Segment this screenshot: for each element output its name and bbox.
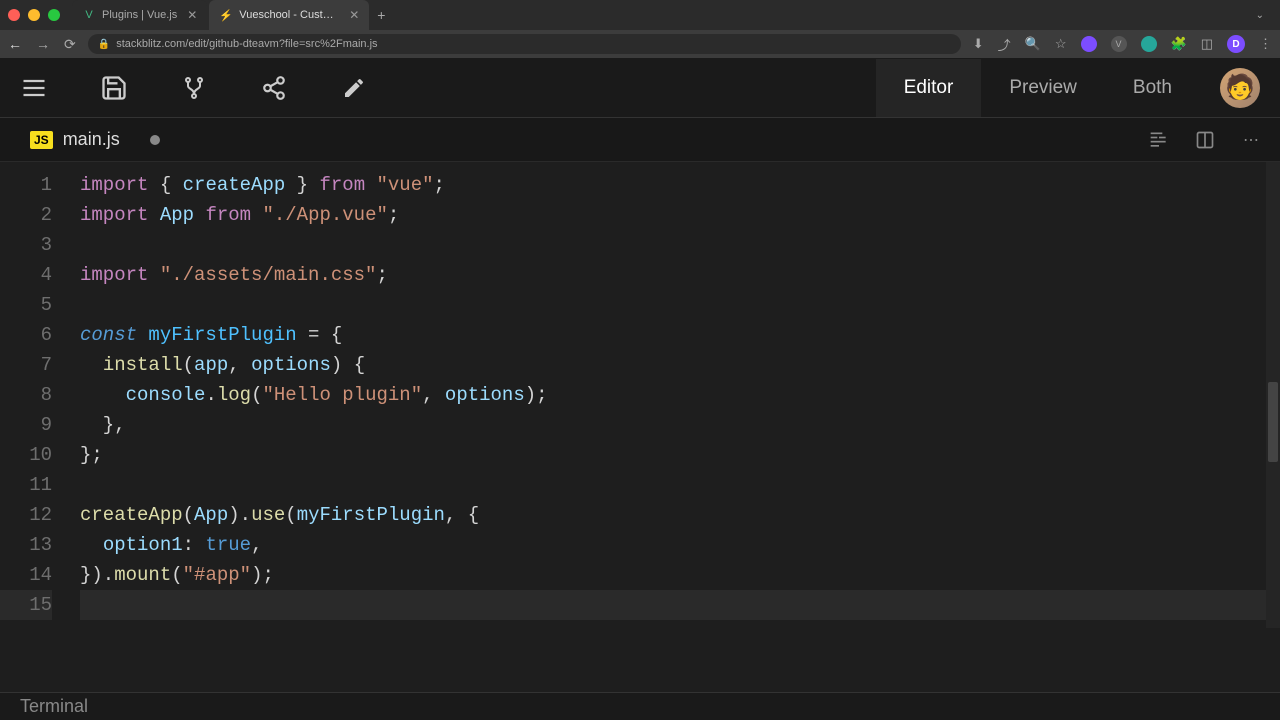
view-tab-preview[interactable]: Preview	[981, 59, 1105, 117]
line-number: 13	[0, 530, 52, 560]
code-editor[interactable]: 123456789101112131415 import { createApp…	[0, 162, 1280, 628]
code-line[interactable]: option1: true,	[80, 530, 1280, 560]
toolbar-left	[20, 74, 368, 102]
line-number: 11	[0, 470, 52, 500]
lock-icon: 🔒	[98, 39, 110, 50]
menu-button[interactable]	[20, 74, 48, 102]
tab-title: Vueschool - Custom Vue Js 3	[239, 9, 339, 21]
code-line[interactable]: install(app, options) {	[80, 350, 1280, 380]
line-number: 5	[0, 290, 52, 320]
line-number: 15	[0, 590, 52, 620]
share-icon[interactable]: ⤴	[998, 35, 1011, 54]
reload-button[interactable]: ⟳	[64, 36, 76, 53]
view-tab-both[interactable]: Both	[1105, 59, 1200, 117]
code-line[interactable]: import { createApp } from "vue";	[80, 170, 1280, 200]
maximize-window-button[interactable]	[48, 9, 60, 21]
line-number: 3	[0, 230, 52, 260]
minimize-window-button[interactable]	[28, 9, 40, 21]
file-tab-label: main.js	[63, 129, 120, 150]
code-line[interactable]	[80, 470, 1280, 500]
browser-tab[interactable]: V Plugins | Vue.js ✕	[72, 0, 207, 30]
code-line[interactable]: createApp(App).use(myFirstPlugin, {	[80, 500, 1280, 530]
line-number: 10	[0, 440, 52, 470]
tab-close-icon[interactable]: ✕	[187, 8, 197, 22]
view-tab-editor[interactable]: Editor	[876, 59, 982, 117]
line-number: 9	[0, 410, 52, 440]
share-button[interactable]	[260, 74, 288, 102]
line-number: 8	[0, 380, 52, 410]
more-actions-icon[interactable]: ⋯	[1240, 129, 1262, 151]
browser-tabs: V Plugins | Vue.js ✕ ⚡ Vueschool - Custom Vu…	[72, 0, 369, 30]
extension-icon-3[interactable]	[1141, 36, 1157, 52]
extension-icon-1[interactable]	[1081, 36, 1097, 52]
sidepanel-icon[interactable]: ◫	[1201, 36, 1213, 52]
code-line[interactable]: import "./assets/main.css";	[80, 260, 1280, 290]
user-avatar[interactable]: 🧑	[1220, 68, 1260, 108]
code-line[interactable]: }).mount("#app");	[80, 560, 1280, 590]
editor-actions: ⋯	[1148, 129, 1262, 151]
forward-button[interactable]: →	[36, 36, 50, 53]
line-number: 6	[0, 320, 52, 350]
line-number-gutter: 123456789101112131415	[0, 162, 80, 628]
code-line[interactable]	[80, 230, 1280, 260]
scrollbar-track[interactable]	[1266, 162, 1280, 628]
browser-tab[interactable]: ⚡ Vueschool - Custom Vue Js 3 ✕	[209, 0, 369, 30]
profile-avatar[interactable]: D	[1227, 35, 1245, 53]
url-text: stackblitz.com/edit/github-dteavm?file=s…	[116, 38, 377, 50]
code-line[interactable]: },	[80, 410, 1280, 440]
terminal-label: Terminal	[20, 696, 88, 717]
js-file-icon: JS	[30, 131, 53, 149]
extensions-icon[interactable]: 🧩	[1171, 36, 1187, 52]
line-number: 2	[0, 200, 52, 230]
toolbar-right: EditorPreviewBoth 🧑	[876, 59, 1260, 117]
browser-address-bar: ← → ⟳ 🔒 stackblitz.com/edit/github-dteav…	[0, 30, 1280, 58]
split-editor-icon[interactable]	[1194, 129, 1216, 151]
install-icon[interactable]: ⬇	[973, 36, 984, 52]
line-number: 4	[0, 260, 52, 290]
line-number: 7	[0, 350, 52, 380]
tab-close-icon[interactable]: ✕	[349, 8, 359, 22]
tab-title: Plugins | Vue.js	[102, 9, 177, 21]
menu-icon[interactable]: ⋮	[1259, 36, 1272, 52]
tab-favicon-icon: V	[82, 8, 96, 22]
tab-favicon-icon: ⚡	[219, 8, 233, 22]
line-number: 1	[0, 170, 52, 200]
tabs-overflow-icon[interactable]: ⌄	[1248, 10, 1272, 21]
close-window-button[interactable]	[8, 9, 20, 21]
nav-arrows: ← → ⟳	[8, 36, 76, 53]
new-tab-button[interactable]: +	[369, 7, 393, 23]
back-button[interactable]: ←	[8, 36, 22, 53]
browser-action-icons: ⬇ ⤴ 🔍 ☆ V 🧩 ◫ D ⋮	[973, 35, 1272, 54]
file-tab-main-js[interactable]: JS main.js	[18, 118, 172, 161]
extension-icon-2[interactable]: V	[1111, 36, 1127, 52]
line-number: 14	[0, 560, 52, 590]
code-line[interactable]: import App from "./App.vue";	[80, 200, 1280, 230]
url-input[interactable]: 🔒 stackblitz.com/edit/github-dteavm?file…	[88, 34, 961, 54]
file-tab-bar: JS main.js ⋯	[0, 118, 1280, 162]
terminal-panel-header[interactable]: Terminal	[0, 692, 1280, 720]
code-line[interactable]	[80, 590, 1280, 620]
code-line[interactable]	[80, 290, 1280, 320]
save-button[interactable]	[100, 74, 128, 102]
zoom-icon[interactable]: 🔍	[1025, 36, 1041, 52]
fork-button[interactable]	[180, 74, 208, 102]
code-line[interactable]: console.log("Hello plugin", options);	[80, 380, 1280, 410]
prettier-icon[interactable]	[1148, 129, 1170, 151]
scrollbar-thumb[interactable]	[1268, 382, 1278, 462]
line-number: 12	[0, 500, 52, 530]
code-line[interactable]: };	[80, 440, 1280, 470]
window-controls	[8, 9, 60, 21]
bookmark-icon[interactable]: ☆	[1055, 36, 1067, 52]
code-line[interactable]: const myFirstPlugin = {	[80, 320, 1280, 350]
app-toolbar: EditorPreviewBoth 🧑	[0, 58, 1280, 118]
dirty-indicator-icon	[150, 135, 160, 145]
browser-tab-strip: V Plugins | Vue.js ✕ ⚡ Vueschool - Custom Vu…	[0, 0, 1280, 30]
code-content[interactable]: import { createApp } from "vue";import A…	[80, 162, 1280, 628]
edit-button[interactable]	[340, 74, 368, 102]
